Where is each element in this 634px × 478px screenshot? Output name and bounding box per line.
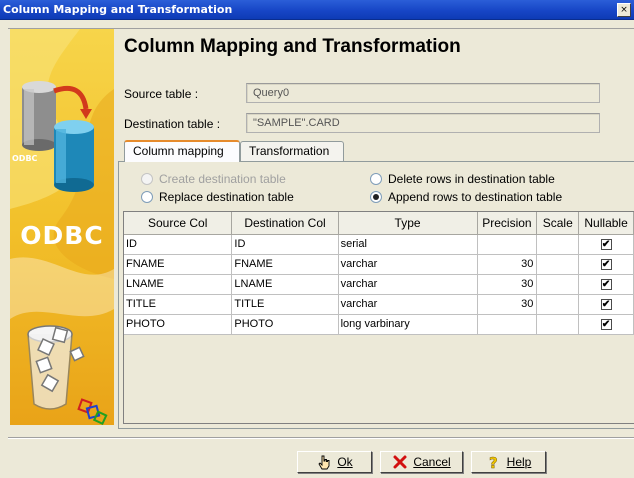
nullable-checkbox[interactable]: ✔ — [600, 259, 612, 270]
cell-source[interactable]: TITLE — [124, 294, 233, 315]
cell-precision[interactable]: 30 — [477, 274, 538, 295]
cell-destination[interactable]: FNAME — [231, 254, 339, 275]
column-mapping-grid[interactable]: Source Col Destination Col Type Precisio… — [123, 211, 634, 424]
cell-type[interactable]: varchar — [338, 294, 478, 315]
cell-type[interactable]: varchar — [338, 274, 478, 295]
cancel-button[interactable]: Cancel — [380, 451, 463, 473]
radio-delete-rows[interactable] — [370, 173, 382, 185]
tab-transformation[interactable]: Transformation — [240, 141, 344, 161]
cell-destination[interactable]: ID — [231, 234, 339, 255]
cell-source[interactable]: PHOTO — [124, 314, 233, 335]
cell-destination[interactable]: LNAME — [231, 274, 339, 295]
svg-text:?: ? — [489, 454, 498, 470]
question-mark-icon: ? — [488, 454, 498, 470]
nullable-checkbox[interactable]: ✔ — [600, 239, 612, 250]
banner-logo-small: ODBC — [12, 154, 38, 163]
close-icon[interactable]: × — [617, 3, 631, 17]
option-delete-label: Delete rows in destination table — [388, 172, 555, 186]
cell-nullable[interactable]: ✔ — [578, 234, 634, 255]
column-header-nullable[interactable]: Nullable — [578, 212, 634, 235]
option-delete-rows[interactable]: Delete rows in destination table — [370, 172, 555, 186]
nullable-checkbox[interactable]: ✔ — [600, 279, 612, 290]
table-row[interactable]: FNAME FNAME varchar 30 ✔ — [124, 254, 634, 275]
table-row[interactable]: PHOTO PHOTO long varbinary ✔ — [124, 314, 634, 335]
window-titlebar: Column Mapping and Transformation × — [0, 0, 634, 20]
cell-source[interactable]: LNAME — [124, 274, 233, 295]
option-create-label: Create destination table — [159, 172, 286, 186]
table-row[interactable]: ID ID serial ✔ — [124, 234, 634, 255]
radio-replace-destination[interactable] — [141, 191, 153, 203]
source-table-field: Query0 — [246, 83, 600, 103]
cell-precision[interactable]: 30 — [477, 294, 538, 315]
help-button[interactable]: ? Help — [471, 451, 546, 473]
option-create-destination[interactable]: Create destination table — [141, 172, 286, 186]
ok-button[interactable]: Ok — [297, 451, 372, 473]
option-replace-destination[interactable]: Replace destination table — [141, 190, 294, 204]
option-append-rows[interactable]: Append rows to destination table — [370, 190, 562, 204]
cell-scale[interactable] — [536, 274, 580, 295]
nullable-checkbox[interactable]: ✔ — [600, 319, 612, 330]
grid-header-row: Source Col Destination Col Type Precisio… — [124, 212, 634, 235]
cell-source[interactable]: ID — [124, 234, 233, 255]
column-header-precision[interactable]: Precision — [477, 212, 538, 235]
cell-nullable[interactable]: ✔ — [578, 274, 634, 295]
cell-destination[interactable]: PHOTO — [231, 314, 339, 335]
cell-precision[interactable] — [477, 234, 538, 255]
cell-type[interactable]: long varbinary — [338, 314, 478, 335]
cell-scale[interactable] — [536, 254, 580, 275]
ok-label: Ok — [337, 455, 353, 469]
odbc-banner: ODBC ODBC — [10, 29, 114, 425]
nullable-checkbox[interactable]: ✔ — [600, 299, 612, 310]
window-title: Column Mapping and Transformation — [3, 3, 233, 16]
banner-logo-big: ODBC — [20, 221, 104, 250]
radio-append-rows[interactable] — [370, 191, 382, 203]
hand-pointer-icon — [318, 455, 330, 470]
cell-scale[interactable] — [536, 294, 580, 315]
option-append-label: Append rows to destination table — [388, 190, 563, 204]
cell-scale[interactable] — [536, 234, 580, 255]
column-header-type[interactable]: Type — [338, 212, 478, 235]
cell-nullable[interactable]: ✔ — [578, 254, 634, 275]
column-header-source[interactable]: Source Col — [124, 212, 233, 235]
radio-create-destination[interactable] — [141, 173, 153, 185]
help-label: Help — [506, 455, 532, 469]
table-row[interactable]: LNAME LNAME varchar 30 ✔ — [124, 274, 634, 295]
cell-type[interactable]: serial — [338, 234, 478, 255]
tab-column-mapping[interactable]: Column mapping — [124, 140, 240, 162]
page-title: Column Mapping and Transformation — [124, 36, 461, 57]
option-replace-label: Replace destination table — [159, 190, 294, 204]
column-header-destination[interactable]: Destination Col — [231, 212, 339, 235]
source-table-label: Source table : — [124, 87, 199, 101]
destination-table-field: "SAMPLE".CARD — [246, 113, 600, 133]
cancel-label: Cancel — [413, 455, 451, 469]
cell-source[interactable]: FNAME — [124, 254, 233, 275]
footer-separator — [8, 437, 634, 439]
table-row[interactable]: TITLE TITLE varchar 30 ✔ — [124, 294, 634, 315]
destination-table-label: Destination table : — [124, 117, 221, 131]
cell-scale[interactable] — [536, 314, 580, 335]
cell-nullable[interactable]: ✔ — [578, 314, 634, 335]
cell-type[interactable]: varchar — [338, 254, 478, 275]
cell-precision[interactable] — [477, 314, 538, 335]
column-header-scale[interactable]: Scale — [536, 212, 580, 235]
cell-precision[interactable]: 30 — [477, 254, 538, 275]
cell-nullable[interactable]: ✔ — [578, 294, 634, 315]
cell-destination[interactable]: TITLE — [231, 294, 339, 315]
red-x-icon — [393, 455, 407, 469]
